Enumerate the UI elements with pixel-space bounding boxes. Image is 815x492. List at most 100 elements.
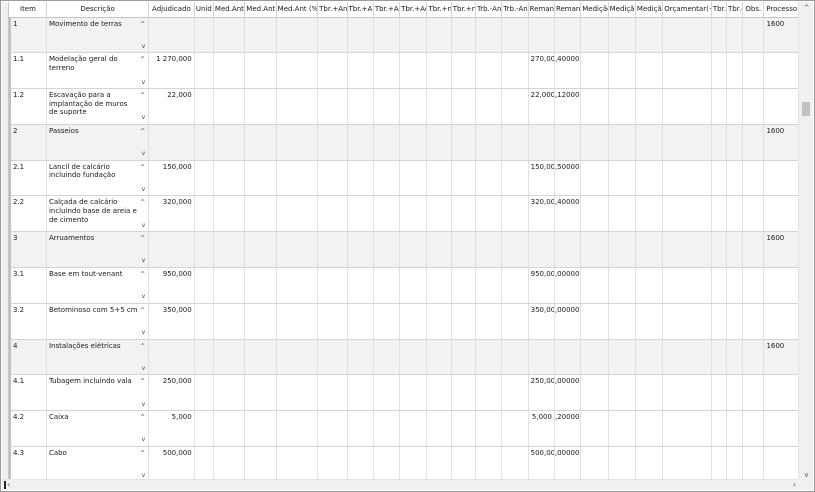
- grid-cell[interactable]: [213, 267, 246, 304]
- vertical-scrollbar[interactable]: ^ v: [798, 2, 813, 481]
- grid-cell[interactable]: [501, 446, 529, 481]
- remanescente-qty-cell[interactable]: [528, 231, 555, 269]
- processo-cell[interactable]: [763, 446, 800, 481]
- adjudicado-cell[interactable]: [148, 17, 195, 54]
- chevron-down-icon[interactable]: v: [142, 365, 146, 374]
- chevron-up-icon[interactable]: ^: [140, 343, 145, 352]
- grid-cell[interactable]: [317, 446, 348, 481]
- item-cell[interactable]: 2.1: [9, 160, 47, 197]
- grid-cell[interactable]: [244, 124, 277, 161]
- grid-cell[interactable]: [213, 195, 246, 233]
- grid-cell[interactable]: [608, 339, 636, 376]
- grid-cell[interactable]: [662, 446, 712, 481]
- chevron-down-icon[interactable]: v: [142, 329, 146, 338]
- item-cell[interactable]: 4: [9, 339, 47, 376]
- grid-cell[interactable]: [426, 339, 452, 376]
- grid-cell[interactable]: [347, 446, 374, 481]
- grid-cell[interactable]: [399, 52, 428, 90]
- grid-cell[interactable]: [213, 231, 246, 269]
- grid-cell[interactable]: [244, 303, 277, 340]
- grid-cell[interactable]: [580, 52, 609, 90]
- horizontal-scrollbar[interactable]: ‹ ›: [2, 479, 799, 490]
- column-header[interactable]: Medição: [580, 2, 609, 18]
- remanescente-qty-cell[interactable]: [528, 339, 555, 376]
- grid-cell[interactable]: [213, 410, 246, 448]
- scroll-right-icon[interactable]: ›: [793, 480, 796, 490]
- table-row[interactable]: 4.3Cabo^v500,000500,000,000000: [9, 446, 800, 481]
- grid-cell[interactable]: [347, 17, 374, 54]
- table-row[interactable]: 4.2Caixa^v5,0005,000,200000: [9, 410, 800, 448]
- remanescente-value-cell[interactable]: [554, 231, 582, 269]
- grid-cell[interactable]: [475, 339, 503, 376]
- grid-cell[interactable]: [451, 160, 477, 197]
- remanescente-value-cell[interactable]: ,000000: [554, 303, 582, 340]
- chevron-up-icon[interactable]: ^: [140, 164, 145, 173]
- grid-cell[interactable]: [742, 195, 765, 233]
- grid-cell[interactable]: [580, 231, 609, 269]
- grid-cell[interactable]: [194, 267, 214, 304]
- grid-cell[interactable]: [347, 267, 374, 304]
- grid-cell[interactable]: [726, 446, 744, 481]
- grid-cell[interactable]: [501, 17, 529, 54]
- grid-cell[interactable]: [399, 339, 428, 376]
- item-cell[interactable]: 1: [9, 17, 47, 54]
- grid-cell[interactable]: [347, 410, 374, 448]
- grid-cell[interactable]: [451, 231, 477, 269]
- adjudicado-cell[interactable]: 500,000: [148, 446, 195, 481]
- grid-cell[interactable]: [726, 195, 744, 233]
- grid-cell[interactable]: [451, 339, 477, 376]
- processo-cell[interactable]: [763, 195, 800, 233]
- grid-cell[interactable]: [662, 374, 712, 412]
- column-header[interactable]: Tbr.+Ad: [399, 2, 428, 18]
- grid-cell[interactable]: [317, 17, 348, 54]
- remanescente-qty-cell[interactable]: [528, 124, 555, 161]
- item-cell[interactable]: 2.2: [9, 195, 47, 233]
- grid-cell[interactable]: [451, 374, 477, 412]
- grid-cell[interactable]: [711, 195, 728, 233]
- column-header[interactable]: Tbr.+n./: [426, 2, 452, 18]
- processo-cell[interactable]: [763, 88, 800, 125]
- remanescente-qty-cell[interactable]: 270,000: [528, 52, 555, 90]
- item-cell[interactable]: 1.1: [9, 52, 47, 90]
- grid-cell[interactable]: [635, 124, 664, 161]
- grid-cell[interactable]: [244, 231, 277, 269]
- grid-cell[interactable]: [608, 231, 636, 269]
- item-cell[interactable]: 3.2: [9, 303, 47, 340]
- grid-cell[interactable]: [194, 303, 214, 340]
- grid-cell[interactable]: [213, 52, 246, 90]
- grid-cell[interactable]: [399, 124, 428, 161]
- grid-cell[interactable]: [501, 195, 529, 233]
- table-row[interactable]: 1.1 Modelação geral do terreno ^ v 1 270,000…: [9, 52, 800, 90]
- chevron-down-icon[interactable]: v: [142, 401, 146, 410]
- remanescente-qty-cell[interactable]: 500,000: [528, 446, 555, 481]
- remanescente-qty-cell[interactable]: 5,000: [528, 410, 555, 448]
- grid-cell[interactable]: [194, 410, 214, 448]
- column-header[interactable]: Tbr.-: [726, 2, 744, 18]
- grid-cell[interactable]: [317, 303, 348, 340]
- grid-cell[interactable]: [451, 52, 477, 90]
- remanescente-value-cell[interactable]: ,000000: [554, 267, 582, 304]
- grid-cell[interactable]: [426, 17, 452, 54]
- grid-cell[interactable]: [580, 374, 609, 412]
- grid-cell[interactable]: [475, 410, 503, 448]
- column-header[interactable]: Medição: [635, 2, 664, 18]
- description-cell[interactable]: Calçada de calcário incluindo base de ar…: [46, 195, 150, 233]
- grid-cell[interactable]: [399, 231, 428, 269]
- processo-cell[interactable]: 1600: [763, 124, 800, 161]
- grid-cell[interactable]: [399, 303, 428, 340]
- processo-cell[interactable]: 1600: [763, 17, 800, 54]
- grid-cell[interactable]: [451, 124, 477, 161]
- grid-cell[interactable]: [662, 195, 712, 233]
- grid-cell[interactable]: [580, 339, 609, 376]
- grid-cell[interactable]: [726, 303, 744, 340]
- grid-cell[interactable]: [501, 88, 529, 125]
- grid-cell[interactable]: [711, 17, 728, 54]
- grid-cell[interactable]: [635, 446, 664, 481]
- grid-cell[interactable]: [475, 231, 503, 269]
- chevron-up-icon[interactable]: ^: [140, 378, 145, 387]
- grid-cell[interactable]: [501, 267, 529, 304]
- processo-cell[interactable]: [763, 303, 800, 340]
- grid-cell[interactable]: [399, 267, 428, 304]
- grid-cell[interactable]: [244, 374, 277, 412]
- grid-cell[interactable]: [742, 231, 765, 269]
